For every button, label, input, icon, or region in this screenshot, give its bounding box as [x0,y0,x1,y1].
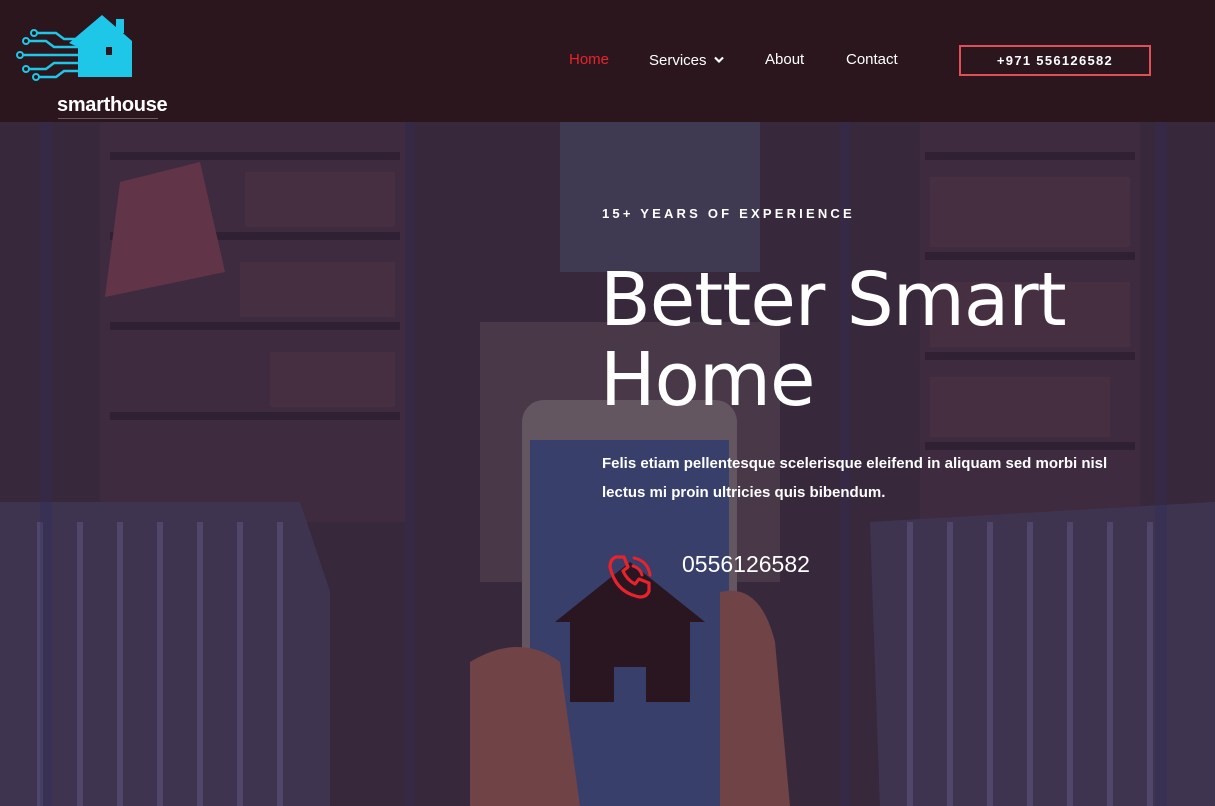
phone-ring-icon [602,549,658,605]
hero-headline-line1: Better Smart [600,257,1067,343]
nav-about[interactable]: About [765,51,804,68]
logo-text: smarthouse [57,94,168,116]
nav-services[interactable]: Services [649,51,724,69]
site-header: smarthouse Home Services About Contact +… [0,0,1215,122]
logo-underline [58,118,158,119]
hero-eyebrow: 15+ YEARS OF EXPERIENCE [602,206,855,221]
nav-services-label: Services [649,52,707,69]
hero-call-number[interactable]: 0556126582 [682,551,810,578]
hero-headline: Better Smart Home [600,260,1120,420]
chevron-down-icon [713,51,724,68]
logo[interactable]: smarthouse [14,13,168,119]
phone-button[interactable]: +971 556126582 [959,45,1151,76]
nav-contact[interactable]: Contact [846,51,898,68]
hero-headline-line2: Home [600,337,816,423]
nav-home[interactable]: Home [569,51,609,68]
hero-subtext: Felis etiam pellentesque scelerisque ele… [602,455,1108,501]
hero-section: 15+ YEARS OF EXPERIENCE Better Smart Hom… [0,122,1215,806]
